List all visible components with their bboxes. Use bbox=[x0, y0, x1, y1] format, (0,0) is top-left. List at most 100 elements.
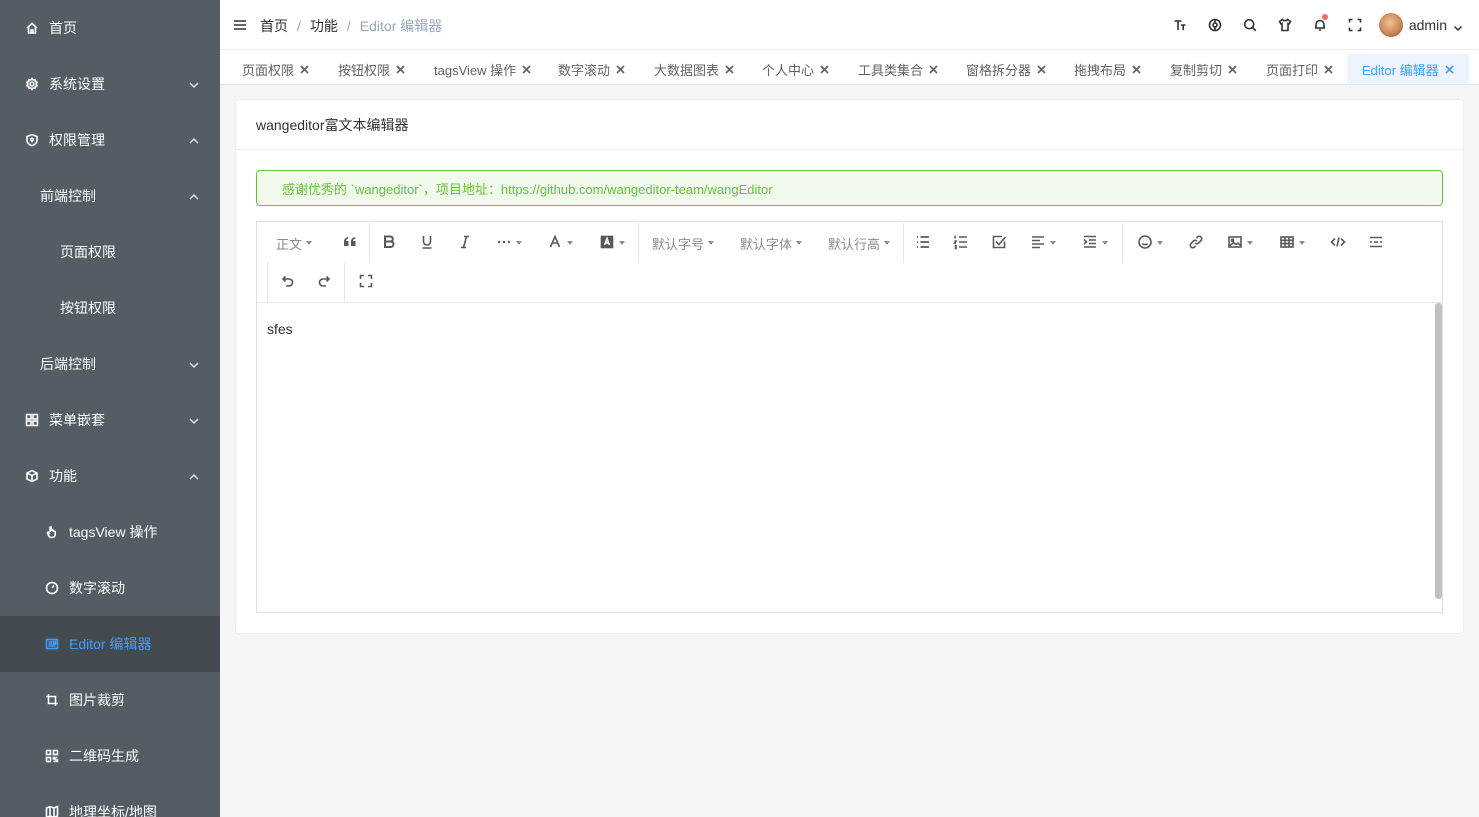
editor-content-area[interactable]: sfes bbox=[257, 303, 1442, 612]
tag-big-data-chart[interactable]: 大数据图表 bbox=[654, 54, 734, 84]
close-icon[interactable] bbox=[1445, 64, 1454, 74]
tag-personal-center[interactable]: 个人中心 bbox=[762, 54, 829, 84]
fullscreen-button[interactable] bbox=[345, 262, 387, 302]
emotion-button[interactable] bbox=[1123, 223, 1177, 263]
close-icon[interactable] bbox=[725, 64, 734, 74]
avatar bbox=[1378, 13, 1403, 37]
editor-icon bbox=[45, 637, 59, 651]
close-icon[interactable] bbox=[1132, 64, 1141, 74]
split-line-button[interactable] bbox=[1357, 223, 1395, 263]
menu-permission[interactable]: 权限管理 bbox=[0, 112, 220, 168]
close-icon[interactable] bbox=[616, 64, 625, 74]
bulleted-list-icon bbox=[915, 234, 931, 253]
crop-icon bbox=[45, 693, 59, 707]
todo-button[interactable] bbox=[980, 223, 1018, 263]
bulleted-list-button[interactable] bbox=[904, 223, 942, 263]
theme-icon[interactable] bbox=[1198, 0, 1233, 50]
menu-frontend-control[interactable]: 前端控制 bbox=[0, 168, 220, 224]
map-icon bbox=[45, 805, 59, 817]
redo-icon bbox=[317, 273, 333, 292]
menu-features[interactable]: 功能 bbox=[0, 448, 220, 504]
menu-home[interactable]: 首页 bbox=[0, 0, 220, 56]
menu-label: 数字滚动 bbox=[69, 580, 125, 596]
bg-color-icon bbox=[599, 234, 615, 253]
tag-clipboard[interactable]: 复制剪切 bbox=[1170, 54, 1237, 84]
link-button[interactable] bbox=[1177, 223, 1215, 263]
menu-backend-control[interactable]: 后端控制 bbox=[0, 336, 220, 392]
bold-button[interactable] bbox=[370, 223, 408, 263]
hamburger-icon[interactable] bbox=[234, 18, 246, 30]
close-icon[interactable] bbox=[929, 64, 938, 74]
bold-icon bbox=[381, 234, 397, 253]
menu-label: tagsView 操作 bbox=[69, 524, 158, 540]
tag-tagsview[interactable]: tagsView 操作 bbox=[434, 54, 531, 84]
menu-nested[interactable]: 菜单嵌套 bbox=[0, 392, 220, 448]
redo-button[interactable] bbox=[306, 262, 344, 302]
tag-count-up[interactable]: 数字滚动 bbox=[558, 54, 625, 84]
menu-image-crop[interactable]: 图片裁剪 bbox=[0, 672, 220, 728]
font-color-button[interactable] bbox=[534, 223, 586, 263]
italic-button[interactable] bbox=[446, 223, 484, 263]
justify-button[interactable] bbox=[1018, 223, 1068, 263]
layout-shirt-icon[interactable] bbox=[1268, 0, 1303, 50]
gear-icon bbox=[25, 77, 39, 91]
tag-editor[interactable]: Editor 编辑器 bbox=[1347, 54, 1469, 84]
heading-select[interactable]: 正文 bbox=[257, 223, 331, 263]
menu-qrcode[interactable]: 二维码生成 bbox=[0, 728, 220, 784]
close-icon[interactable] bbox=[300, 64, 309, 74]
chevron-up-icon bbox=[188, 470, 200, 482]
menu-button-permission[interactable]: 按钮权限 bbox=[0, 280, 220, 336]
editor-scrollbar[interactable] bbox=[1435, 303, 1442, 599]
image-button[interactable] bbox=[1215, 223, 1265, 263]
indent-button[interactable] bbox=[1068, 223, 1122, 263]
tag-print[interactable]: 页面打印 bbox=[1266, 54, 1333, 84]
code-button[interactable] bbox=[1319, 223, 1357, 263]
font-size-icon[interactable] bbox=[1163, 0, 1198, 50]
menu-editor[interactable]: Editor 编辑器 bbox=[0, 616, 220, 672]
tag-drag-layout[interactable]: 拖拽布局 bbox=[1074, 54, 1141, 84]
smile-icon bbox=[1137, 234, 1153, 253]
toolbar-row: 正文 默认字号 默认字体 默认行高 bbox=[257, 223, 1395, 263]
font-family-select[interactable]: 默认字体 bbox=[727, 223, 815, 263]
caret-down-icon bbox=[567, 241, 573, 245]
menu-page-permission[interactable]: 页面权限 bbox=[0, 224, 220, 280]
numbered-list-button[interactable] bbox=[942, 223, 980, 263]
bg-color-button[interactable] bbox=[586, 223, 638, 263]
tag-label: 复制剪切 bbox=[1170, 62, 1223, 78]
italic-icon bbox=[457, 234, 473, 253]
close-icon[interactable] bbox=[522, 64, 531, 74]
menu-system-settings[interactable]: 系统设置 bbox=[0, 56, 220, 112]
close-icon[interactable] bbox=[1324, 64, 1333, 74]
menu-label: 首页 bbox=[49, 20, 77, 36]
close-icon[interactable] bbox=[820, 64, 829, 74]
font-size-select[interactable]: 默认字号 bbox=[639, 223, 727, 263]
menu-tagsview[interactable]: tagsView 操作 bbox=[0, 504, 220, 560]
tag-label: 窗格拆分器 bbox=[966, 62, 1032, 78]
close-icon[interactable] bbox=[1037, 64, 1046, 74]
undo-button[interactable] bbox=[268, 262, 306, 302]
tag-page-permission[interactable]: 页面权限 bbox=[242, 54, 309, 84]
fullscreen-icon[interactable] bbox=[1338, 0, 1373, 50]
search-icon[interactable] bbox=[1233, 0, 1268, 50]
bell-icon[interactable] bbox=[1303, 0, 1338, 50]
breadcrumb-item[interactable]: 首页 bbox=[260, 16, 288, 36]
menu-count-up[interactable]: 数字滚动 bbox=[0, 560, 220, 616]
tag-button-permission[interactable]: 按钮权限 bbox=[338, 54, 405, 84]
tag-tools[interactable]: 工具类集合 bbox=[858, 54, 938, 84]
menu-label: 系统设置 bbox=[49, 76, 105, 92]
menu-map[interactable]: 地理坐标/地图 bbox=[0, 784, 220, 817]
underline-button[interactable] bbox=[408, 223, 446, 263]
image-icon bbox=[1227, 234, 1243, 253]
close-icon[interactable] bbox=[1228, 64, 1237, 74]
blockquote-button[interactable] bbox=[331, 223, 369, 263]
breadcrumb-item[interactable]: 功能 bbox=[310, 16, 338, 36]
heading-label: 正文 bbox=[275, 236, 302, 252]
line-height-select[interactable]: 默认行高 bbox=[815, 223, 903, 263]
tag-splitpane[interactable]: 窗格拆分器 bbox=[966, 54, 1046, 84]
more-style-button[interactable] bbox=[484, 223, 534, 263]
align-left-icon bbox=[1030, 234, 1046, 253]
close-icon[interactable] bbox=[396, 64, 405, 74]
caret-down-icon bbox=[1247, 241, 1253, 245]
table-button[interactable] bbox=[1265, 223, 1319, 263]
user-menu[interactable]: admin bbox=[1373, 0, 1479, 50]
